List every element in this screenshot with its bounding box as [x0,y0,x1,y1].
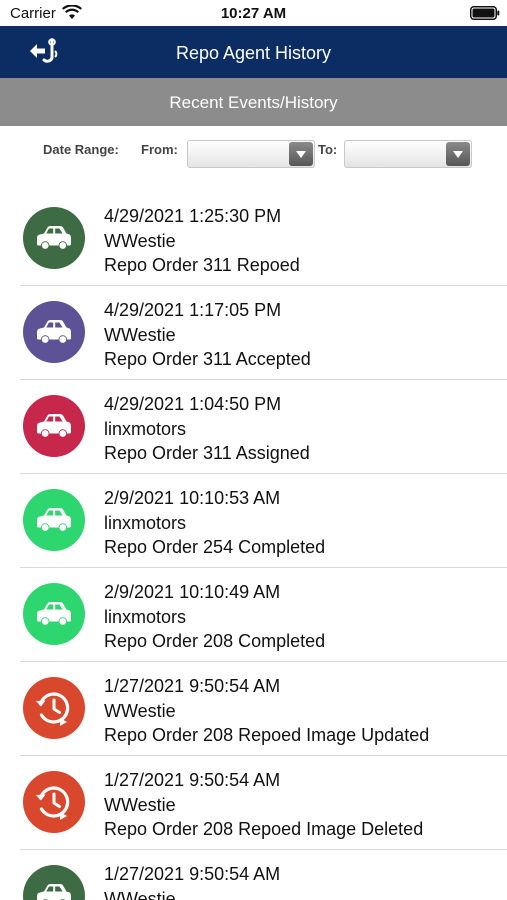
event-status-badge [23,865,85,900]
event-datetime: 2/9/2021 10:10:53 AM [104,488,281,508]
status-bar: Carrier 10:27 AM [0,0,507,26]
car-icon [37,414,71,437]
event-datetime: 2/9/2021 10:10:49 AM [104,582,281,602]
event-description: Repo Order 254 Completed [104,537,326,557]
event-description: Repo Order 311 Assigned [104,443,310,463]
event-user: WWestie [104,794,176,815]
event-status-badge [23,583,85,645]
event-list-item[interactable]: 1/27/2021 9:50:54 AM WWestie Repo Order 20… [0,756,507,850]
event-details: 1/27/2021 9:50:54 AM WWestie Repo Order 20… [104,674,429,748]
car-icon [37,508,71,531]
status-time: 10:27 AM [220,5,287,22]
date-range-filter: Date Range: From: To: [0,140,507,170]
event-details: 1/27/2021 9:50:54 AM WWestie Repo Order 20… [104,768,423,842]
event-user: WWestie [104,324,176,345]
event-description: Repo Order 208 Repoed Image Updated [104,725,430,745]
event-details: 4/29/2021 1:17:05 PM WWestie Repo Order 31… [104,298,311,372]
event-datetime: 4/29/2021 1:17:05 PM [104,300,282,320]
event-details: 4/29/2021 1:25:30 PM WWestie Repo Order 31… [104,204,300,278]
event-list-item[interactable]: 1/27/2021 9:50:54 AM WWestie Repo Order 20… [0,662,507,756]
event-status-badge [23,301,85,363]
event-datetime: 1/27/2021 9:50:54 AM [104,864,281,884]
event-description: Repo Order 311 Accepted [104,349,311,369]
event-datetime: 4/29/2021 1:25:30 PM [104,206,282,226]
event-details: 2/9/2021 10:10:53 AM linxmotors Repo Order… [104,486,325,560]
event-user: WWestie [104,230,176,251]
history-clock-icon [36,692,70,726]
event-description: Repo Order 311 Repoed [104,255,300,275]
section-title: Recent Events/History [169,93,338,112]
event-list-item[interactable]: 2/9/2021 10:10:53 AM linxmotors Repo Order… [0,474,507,568]
event-list-item[interactable]: 4/29/2021 1:04:50 PM linxmotors Repo Order… [0,380,507,474]
car-icon [37,884,71,900]
event-datetime: 4/29/2021 1:04:50 PM [104,394,282,414]
car-icon [37,602,71,625]
event-user: linxmotors [104,606,187,627]
event-description: Repo Order 208 Completed [104,631,326,651]
section-header: Recent Events/History [0,78,507,126]
event-user: linxmotors [104,418,187,439]
history-clock-icon [36,786,70,820]
date-range-label: Date Range: [43,142,119,157]
car-icon [37,226,71,249]
to-label: To: [318,142,338,157]
event-datetime: 1/27/2021 9:50:54 AM [104,770,281,790]
event-datetime: 1/27/2021 9:50:54 AM [104,676,281,696]
to-date-select[interactable] [344,140,472,168]
page-title: Repo Agent History [175,43,332,63]
event-user: linxmotors [104,512,187,533]
chevron-down-icon [289,142,313,166]
event-list: 4/29/2021 1:25:30 PM WWestie Repo Order 31… [0,192,507,900]
car-icon [37,320,71,343]
chevron-down-icon [446,142,470,166]
event-list-item[interactable]: 4/29/2021 1:17:05 PM WWestie Repo Order 31… [0,286,507,380]
event-list-item[interactable]: 4/29/2021 1:25:30 PM WWestie Repo Order 31… [0,192,507,286]
event-list-item[interactable]: 2/9/2021 10:10:49 AM linxmotors Repo Order… [0,568,507,662]
event-status-badge [23,207,85,269]
nav-bar: Repo Agent History [0,26,507,78]
event-status-badge [23,771,85,833]
event-description: Repo Order 208 Repoed Image Deleted [104,819,424,839]
event-status-badge [23,395,85,457]
event-status-badge [23,677,85,739]
from-date-select[interactable] [187,140,315,168]
event-details: 2/9/2021 10:10:49 AM linxmotors Repo Order… [104,580,325,654]
event-list-item[interactable]: 1/27/2021 9:50:54 AM WWestie [0,850,507,900]
event-status-badge [23,489,85,551]
event-details: 4/29/2021 1:04:50 PM linxmotors Repo Order… [104,392,310,466]
event-user: WWestie [104,888,176,900]
event-user: WWestie [104,700,176,721]
battery-icon [470,6,500,20]
event-details: 1/27/2021 9:50:54 AM WWestie [104,862,280,900]
from-label: From: [141,142,178,157]
